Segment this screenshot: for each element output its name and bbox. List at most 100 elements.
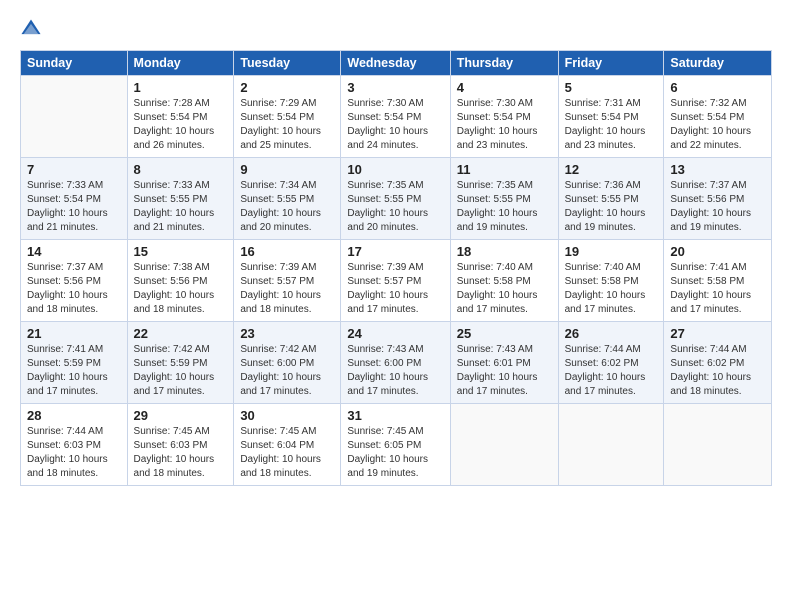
day-number: 4 <box>457 80 552 95</box>
day-number: 5 <box>565 80 658 95</box>
day-number: 15 <box>134 244 228 259</box>
day-number: 13 <box>670 162 765 177</box>
day-number: 31 <box>347 408 443 423</box>
calendar-cell: 5 Sunrise: 7:31 AM Sunset: 5:54 PM Daylig… <box>558 76 664 158</box>
day-number: 1 <box>134 80 228 95</box>
calendar-cell: 21 Sunrise: 7:41 AM Sunset: 5:59 PM Dayli… <box>21 322 128 404</box>
day-info: Sunrise: 7:28 AM Sunset: 5:54 PM Dayligh… <box>134 97 228 153</box>
day-info: Sunrise: 7:35 AM Sunset: 5:55 PM Dayligh… <box>347 179 443 235</box>
day-number: 9 <box>240 162 334 177</box>
calendar-cell: 13Sunrise: 7:37 AM Sunset: 5:56 PM Dayli… <box>664 158 772 240</box>
calendar-cell <box>450 404 558 486</box>
day-number: 19 <box>565 244 658 259</box>
calendar-week-1: 1 Sunrise: 7:28 AM Sunset: 5:54 PM Daylig… <box>21 76 772 158</box>
day-info: Sunrise: 7:31 AM Sunset: 5:54 PM Dayligh… <box>565 97 658 153</box>
calendar-cell: 29 Sunrise: 7:45 AM Sunset: 6:03 PM Dayli… <box>127 404 234 486</box>
day-number: 24 <box>347 326 443 341</box>
day-number: 22 <box>134 326 228 341</box>
day-number: 25 <box>457 326 552 341</box>
weekday-header-tuesday: Tuesday <box>234 51 341 76</box>
logo-icon <box>20 18 42 40</box>
day-number: 18 <box>457 244 552 259</box>
calendar-cell: 9 Sunrise: 7:34 AM Sunset: 5:55 PM Daylig… <box>234 158 341 240</box>
day-info: Sunrise: 7:45 AM Sunset: 6:03 PM Dayligh… <box>134 425 228 481</box>
day-info: Sunrise: 7:44 AM Sunset: 6:02 PM Dayligh… <box>670 343 765 399</box>
calendar-cell: 1 Sunrise: 7:28 AM Sunset: 5:54 PM Daylig… <box>127 76 234 158</box>
calendar-cell: 18 Sunrise: 7:40 AM Sunset: 5:58 PM Dayli… <box>450 240 558 322</box>
day-info: Sunrise: 7:44 AM Sunset: 6:03 PM Dayligh… <box>27 425 121 481</box>
calendar-cell: 20 Sunrise: 7:41 AM Sunset: 5:58 PM Dayli… <box>664 240 772 322</box>
day-info: Sunrise: 7:29 AM Sunset: 5:54 PM Dayligh… <box>240 97 334 153</box>
day-info: Sunrise: 7:30 AM Sunset: 5:54 PM Dayligh… <box>347 97 443 153</box>
logo <box>20 18 44 40</box>
calendar-cell: 4 Sunrise: 7:30 AM Sunset: 5:54 PM Daylig… <box>450 76 558 158</box>
day-number: 10 <box>347 162 443 177</box>
weekday-header-saturday: Saturday <box>664 51 772 76</box>
day-info: Sunrise: 7:32 AM Sunset: 5:54 PM Dayligh… <box>670 97 765 153</box>
day-info: Sunrise: 7:34 AM Sunset: 5:55 PM Dayligh… <box>240 179 334 235</box>
calendar-cell: 26Sunrise: 7:44 AM Sunset: 6:02 PM Dayli… <box>558 322 664 404</box>
day-info: Sunrise: 7:35 AM Sunset: 5:55 PM Dayligh… <box>457 179 552 235</box>
day-number: 2 <box>240 80 334 95</box>
page: SundayMondayTuesdayWednesdayThursdayFrid… <box>0 0 792 612</box>
calendar-week-4: 21 Sunrise: 7:41 AM Sunset: 5:59 PM Dayli… <box>21 322 772 404</box>
day-number: 20 <box>670 244 765 259</box>
calendar-cell: 23 Sunrise: 7:42 AM Sunset: 6:00 PM Dayli… <box>234 322 341 404</box>
weekday-header-thursday: Thursday <box>450 51 558 76</box>
calendar-cell: 14Sunrise: 7:37 AM Sunset: 5:56 PM Dayli… <box>21 240 128 322</box>
weekday-header-friday: Friday <box>558 51 664 76</box>
day-number: 21 <box>27 326 121 341</box>
day-info: Sunrise: 7:42 AM Sunset: 6:00 PM Dayligh… <box>240 343 334 399</box>
day-number: 14 <box>27 244 121 259</box>
day-info: Sunrise: 7:38 AM Sunset: 5:56 PM Dayligh… <box>134 261 228 317</box>
header <box>20 18 772 40</box>
day-info: Sunrise: 7:43 AM Sunset: 6:01 PM Dayligh… <box>457 343 552 399</box>
day-info: Sunrise: 7:42 AM Sunset: 5:59 PM Dayligh… <box>134 343 228 399</box>
calendar-cell <box>558 404 664 486</box>
calendar-cell: 28 Sunrise: 7:44 AM Sunset: 6:03 PM Dayli… <box>21 404 128 486</box>
day-info: Sunrise: 7:41 AM Sunset: 5:59 PM Dayligh… <box>27 343 121 399</box>
calendar-cell: 31 Sunrise: 7:45 AM Sunset: 6:05 PM Dayli… <box>341 404 450 486</box>
day-info: Sunrise: 7:40 AM Sunset: 5:58 PM Dayligh… <box>565 261 658 317</box>
calendar-cell: 3 Sunrise: 7:30 AM Sunset: 5:54 PM Daylig… <box>341 76 450 158</box>
calendar-cell: 30Sunrise: 7:45 AM Sunset: 6:04 PM Dayli… <box>234 404 341 486</box>
day-number: 27 <box>670 326 765 341</box>
day-number: 3 <box>347 80 443 95</box>
calendar-week-5: 28 Sunrise: 7:44 AM Sunset: 6:03 PM Dayli… <box>21 404 772 486</box>
day-info: Sunrise: 7:36 AM Sunset: 5:55 PM Dayligh… <box>565 179 658 235</box>
calendar-cell: 12 Sunrise: 7:36 AM Sunset: 5:55 PM Dayli… <box>558 158 664 240</box>
weekday-header-sunday: Sunday <box>21 51 128 76</box>
calendar-cell <box>21 76 128 158</box>
day-info: Sunrise: 7:30 AM Sunset: 5:54 PM Dayligh… <box>457 97 552 153</box>
day-number: 23 <box>240 326 334 341</box>
calendar-cell: 24 Sunrise: 7:43 AM Sunset: 6:00 PM Dayli… <box>341 322 450 404</box>
calendar-table: SundayMondayTuesdayWednesdayThursdayFrid… <box>20 50 772 486</box>
day-info: Sunrise: 7:43 AM Sunset: 6:00 PM Dayligh… <box>347 343 443 399</box>
calendar-cell: 6Sunrise: 7:32 AM Sunset: 5:54 PM Daylig… <box>664 76 772 158</box>
day-info: Sunrise: 7:45 AM Sunset: 6:04 PM Dayligh… <box>240 425 334 481</box>
calendar-week-2: 7 Sunrise: 7:33 AM Sunset: 5:54 PM Daylig… <box>21 158 772 240</box>
day-number: 7 <box>27 162 121 177</box>
day-info: Sunrise: 7:45 AM Sunset: 6:05 PM Dayligh… <box>347 425 443 481</box>
calendar-cell: 22 Sunrise: 7:42 AM Sunset: 5:59 PM Dayli… <box>127 322 234 404</box>
day-info: Sunrise: 7:39 AM Sunset: 5:57 PM Dayligh… <box>240 261 334 317</box>
calendar-cell: 2 Sunrise: 7:29 AM Sunset: 5:54 PM Daylig… <box>234 76 341 158</box>
day-number: 28 <box>27 408 121 423</box>
day-number: 17 <box>347 244 443 259</box>
calendar-cell: 7 Sunrise: 7:33 AM Sunset: 5:54 PM Daylig… <box>21 158 128 240</box>
calendar-cell: 27 Sunrise: 7:44 AM Sunset: 6:02 PM Dayli… <box>664 322 772 404</box>
calendar-cell: 8Sunrise: 7:33 AM Sunset: 5:55 PM Daylig… <box>127 158 234 240</box>
calendar-cell: 19 Sunrise: 7:40 AM Sunset: 5:58 PM Dayli… <box>558 240 664 322</box>
weekday-header-wednesday: Wednesday <box>341 51 450 76</box>
weekday-header-row: SundayMondayTuesdayWednesdayThursdayFrid… <box>21 51 772 76</box>
day-info: Sunrise: 7:33 AM Sunset: 5:54 PM Dayligh… <box>27 179 121 235</box>
calendar-cell: 15 Sunrise: 7:38 AM Sunset: 5:56 PM Dayli… <box>127 240 234 322</box>
day-info: Sunrise: 7:40 AM Sunset: 5:58 PM Dayligh… <box>457 261 552 317</box>
calendar-cell <box>664 404 772 486</box>
day-info: Sunrise: 7:41 AM Sunset: 5:58 PM Dayligh… <box>670 261 765 317</box>
calendar-week-3: 14Sunrise: 7:37 AM Sunset: 5:56 PM Dayli… <box>21 240 772 322</box>
calendar-cell: 17Sunrise: 7:39 AM Sunset: 5:57 PM Dayli… <box>341 240 450 322</box>
day-number: 29 <box>134 408 228 423</box>
day-number: 12 <box>565 162 658 177</box>
weekday-header-monday: Monday <box>127 51 234 76</box>
